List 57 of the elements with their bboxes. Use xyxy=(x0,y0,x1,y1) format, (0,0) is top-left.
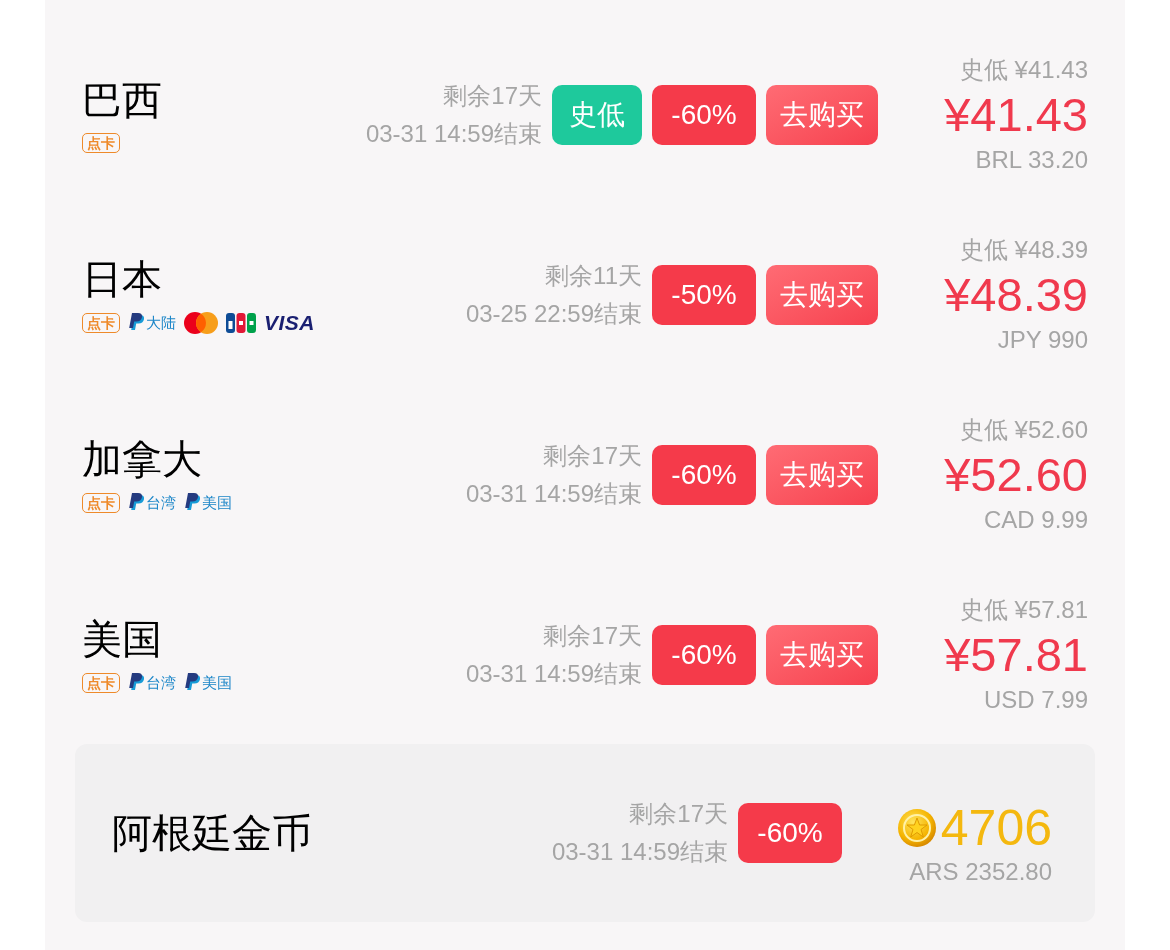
discount-tag: -50% xyxy=(652,265,756,325)
payment-tag: 点卡 xyxy=(82,493,120,513)
region-name: 加拿大 xyxy=(82,435,202,482)
local-price: USD 7.99 xyxy=(983,685,1088,715)
historic-low-price: 史低 ¥57.81 xyxy=(959,595,1088,625)
payment-region-label: 台湾 xyxy=(146,492,176,513)
striped-card-logo-icon xyxy=(226,313,256,333)
p-logo-icon xyxy=(128,313,145,333)
time-remaining: 剩余17天 xyxy=(443,81,542,111)
local-price: CAD 9.99 xyxy=(983,505,1088,535)
buy-button[interactable]: 去购买 xyxy=(766,625,878,685)
coin-icon xyxy=(896,808,937,848)
local-price: ARS 2352.80 xyxy=(909,857,1052,887)
time-remaining: 剩余17天 xyxy=(543,441,642,471)
offer-name: 阿根廷金币 xyxy=(112,810,312,856)
buy-button[interactable]: 去购买 xyxy=(766,265,878,325)
end-time: 03-31 14:59结束 xyxy=(465,479,642,509)
p-logo-icon xyxy=(184,493,201,513)
buy-button[interactable]: 去购买 xyxy=(766,85,878,145)
payment-tag: 点卡 xyxy=(82,673,120,693)
coin-amount: 4706 xyxy=(940,799,1052,857)
payment-region-label: 大陆 xyxy=(146,312,176,333)
payment-tag: 点卡 xyxy=(82,313,120,333)
payment-tag: 点卡 xyxy=(82,133,120,153)
payment-region-label: 美国 xyxy=(202,492,232,513)
local-price: JPY 990 xyxy=(997,325,1088,355)
time-remaining: 剩余17天 xyxy=(629,799,728,829)
historic-low-price: 史低 ¥48.39 xyxy=(959,235,1088,265)
historic-low-price: 史低 ¥52.60 xyxy=(959,415,1088,445)
end-time: 03-31 14:59结束 xyxy=(551,837,728,867)
time-remaining: 剩余17天 xyxy=(543,621,642,651)
lowest-price-tag: 史低 xyxy=(552,85,642,145)
price: ¥41.43 xyxy=(944,87,1088,143)
payment-region-label: 台湾 xyxy=(146,672,176,693)
buy-button[interactable]: 去购买 xyxy=(766,445,878,505)
payment-region-label: 美国 xyxy=(202,672,232,693)
end-time: 03-31 14:59结束 xyxy=(365,119,542,149)
region-name: 日本 xyxy=(82,255,162,302)
region-name: 美国 xyxy=(82,615,162,662)
discount-tag: -60% xyxy=(652,445,756,505)
p-logo-icon xyxy=(184,673,201,693)
end-time: 03-25 22:59结束 xyxy=(465,299,642,329)
discount-tag: -60% xyxy=(738,803,842,863)
historic-low-price: 史低 ¥41.43 xyxy=(959,55,1088,85)
end-time: 03-31 14:59结束 xyxy=(465,659,642,689)
p-logo-icon xyxy=(128,673,145,693)
local-price: BRL 33.20 xyxy=(975,145,1088,175)
price: ¥48.39 xyxy=(944,267,1088,323)
region-name: 巴西 xyxy=(82,77,162,123)
p-logo-icon xyxy=(128,493,145,513)
price: ¥52.60 xyxy=(944,447,1088,503)
card-brand-label: VISA xyxy=(264,312,315,334)
discount-tag: -60% xyxy=(652,85,756,145)
price: ¥57.81 xyxy=(944,627,1088,683)
two-circles-logo-icon xyxy=(184,312,218,334)
discount-tag: -60% xyxy=(652,625,756,685)
time-remaining: 剩余11天 xyxy=(545,261,642,291)
